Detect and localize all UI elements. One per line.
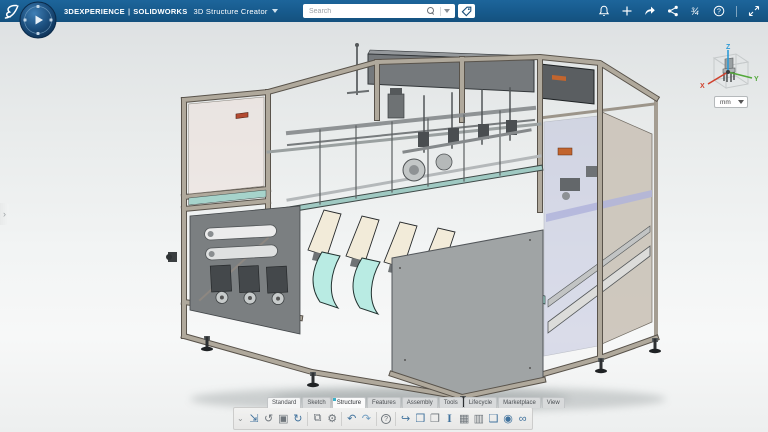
3d-model-machine	[0, 0, 768, 432]
chevron-down-icon	[272, 9, 278, 13]
tab-view[interactable]: View	[542, 397, 565, 408]
tag-icon	[461, 6, 472, 17]
insert-component-icon[interactable]: ❐	[429, 409, 442, 428]
3d-viewport[interactable]: Z X Y mm ›	[0, 0, 768, 432]
structural-beam-icon[interactable]: I	[443, 409, 456, 428]
add-icon[interactable]	[621, 5, 633, 17]
tab-tools[interactable]: Tools	[439, 397, 463, 408]
search-divider	[440, 7, 441, 16]
toolbar-separator	[341, 412, 342, 426]
toolbar-separator	[395, 412, 396, 426]
tab-marketplace[interactable]: Marketplace	[498, 397, 541, 408]
toolbar-separator	[376, 412, 377, 426]
box-icon[interactable]: ❒	[414, 409, 427, 428]
undo-icon[interactable]: ↶	[345, 409, 358, 428]
tab-assembly[interactable]: Assembly	[402, 397, 438, 408]
app-title: 3D Structure Creator	[193, 7, 267, 16]
3dexperience-compass[interactable]	[19, 1, 57, 41]
tab-structure[interactable]: Structure	[332, 397, 366, 408]
platform-name: 3DEXPERIENCE	[64, 7, 125, 16]
search-input[interactable]	[303, 8, 427, 15]
grid-icon[interactable]: ▦	[458, 409, 471, 428]
shortcuts-icon[interactable]: ¾	[690, 5, 702, 17]
search-box	[303, 4, 455, 18]
route-icon[interactable]: ↪	[399, 409, 412, 428]
3ds-logo	[4, 3, 20, 19]
svg-text:?: ?	[717, 9, 721, 16]
component-icon[interactable]: ❑	[487, 409, 500, 428]
machine-body	[166, 43, 661, 410]
orientation-triad[interactable]: Z X Y	[696, 42, 760, 96]
redo-icon[interactable]: ↷	[360, 409, 373, 428]
tab-standard[interactable]: Standard	[267, 397, 301, 408]
action-bar-tabs: Standard Sketch Structure Features Assem…	[267, 396, 565, 408]
help-icon[interactable]: ?	[713, 5, 725, 17]
settings-gear-icon[interactable]: ⚙	[326, 409, 339, 428]
sphere-icon[interactable]: ◉	[502, 409, 515, 428]
search-options-chevron-icon[interactable]	[444, 9, 450, 13]
search-model-binoculars-icon[interactable]: ∞	[516, 409, 529, 428]
chevron-right-icon: ›	[3, 209, 6, 219]
tab-lifecycle[interactable]: Lifecycle	[464, 397, 497, 408]
fullscreen-icon[interactable]	[748, 5, 760, 17]
brand-name: SOLIDWORKS	[133, 7, 187, 16]
copy-icon[interactable]: ⧉	[311, 409, 324, 428]
save-icon[interactable]: ▣	[277, 409, 290, 428]
units-value: mm	[715, 99, 738, 106]
tab-sketch[interactable]: Sketch	[302, 397, 330, 408]
units-dropdown[interactable]: mm	[714, 96, 748, 108]
axis-x-label: X	[700, 83, 705, 90]
tag-button[interactable]	[458, 4, 475, 18]
svg-text:¾: ¾	[691, 7, 699, 18]
panel-icon[interactable]: ▥	[472, 409, 485, 428]
action-bar-toolbar: ⌄ ⇲ ↺ ▣ ↻ ⧉ ⚙ ↶ ↷ ? ↪ ❒ ❐ I ▦ ▥ ❑ ◉ ∞	[233, 407, 533, 430]
share-nodes-icon[interactable]	[667, 5, 679, 17]
topbar-divider	[736, 6, 737, 17]
axis-y-label: Y	[754, 76, 759, 83]
history-icon[interactable]: ↺	[262, 409, 275, 428]
help-circle-icon[interactable]: ?	[380, 409, 393, 428]
import-3d-icon[interactable]: ⇲	[248, 409, 261, 428]
sync-icon[interactable]: ↻	[292, 409, 305, 428]
chevron-down-icon	[738, 100, 744, 104]
left-panel-expander[interactable]: ›	[0, 203, 9, 225]
search-icon[interactable]	[427, 7, 436, 16]
app-title-menu[interactable]: 3D Structure Creator	[193, 7, 277, 16]
toolbar-separator	[307, 412, 308, 426]
tab-features[interactable]: Features	[367, 397, 401, 408]
top-bar: 3DEXPERIENCE | SOLIDWORKS 3D Structure C…	[0, 0, 768, 22]
axis-z-label: Z	[726, 44, 731, 51]
share-forward-icon[interactable]	[644, 5, 656, 17]
toolbar-collapse-chevron[interactable]: ⌄	[237, 414, 244, 424]
notifications-bell-icon[interactable]	[598, 5, 610, 17]
brand-separator: |	[128, 7, 130, 16]
